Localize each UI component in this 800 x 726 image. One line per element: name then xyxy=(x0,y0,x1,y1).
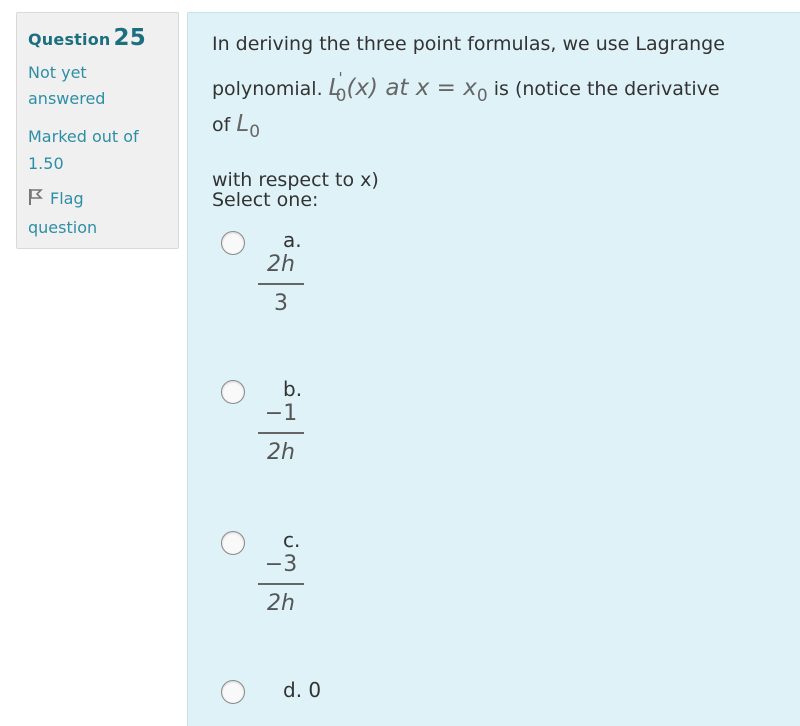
question-text: In deriving the three point formulas, we… xyxy=(212,27,787,197)
lagrange-L0: L0 xyxy=(236,111,260,142)
question-info-panel: Question 25 Not yet answered Marked out o… xyxy=(16,12,179,249)
question-line-3-prefix: of xyxy=(212,114,231,136)
question-number-heading: Question 25 xyxy=(28,25,178,51)
math-prime: ' xyxy=(338,69,343,87)
flag-question-link[interactable]: Flag question xyxy=(28,185,148,241)
option-a-letter: a. xyxy=(283,228,302,252)
question-label: Question xyxy=(28,30,111,49)
radio-button-d[interactable] xyxy=(221,680,245,704)
question-line-2-suffix: is (notice the derivative xyxy=(493,78,720,100)
question-line-3: of L0 xyxy=(212,107,787,149)
select-one-prompt: Select one: xyxy=(212,189,319,211)
option-b-letter: b. xyxy=(283,377,303,401)
fraction-bar xyxy=(258,583,304,585)
question-content-panel: In deriving the three point formulas, we… xyxy=(187,12,800,726)
option-a-fraction: 2h 3 xyxy=(258,253,304,316)
math-sub-0: 0 xyxy=(335,86,347,106)
math-L0-sub: 0 xyxy=(249,122,261,142)
question-number: 25 xyxy=(113,25,146,51)
option-c-denominator: 2h xyxy=(267,590,295,616)
question-line-2-prefix: polynomial. xyxy=(212,78,323,100)
radio-button-c[interactable] xyxy=(221,531,245,555)
question-line-1: In deriving the three point formulas, we… xyxy=(212,33,725,55)
option-c-letter: c. xyxy=(283,528,301,552)
math-x-sub: 0 xyxy=(476,86,488,106)
math-of-x: (x) at x = x xyxy=(346,75,477,101)
question-line-2: polynomial. L'0(x) at x = x0 is (notice … xyxy=(212,61,787,113)
math-L0: L xyxy=(236,111,250,137)
derivative-expression: L'0(x) at x = x0 xyxy=(329,69,488,106)
fraction-bar xyxy=(258,432,304,434)
radio-button-a[interactable] xyxy=(221,231,245,255)
radio-button-b[interactable] xyxy=(221,380,245,404)
option-b-numerator: −1 xyxy=(264,401,298,426)
question-state: Not yet answered xyxy=(28,63,106,108)
option-c-numerator: −3 xyxy=(264,552,298,577)
flag-icon xyxy=(28,187,44,214)
option-a-numerator: 2h xyxy=(267,252,295,277)
option-a-denominator: 3 xyxy=(274,290,288,316)
option-b-denominator: 2h xyxy=(267,439,295,465)
question-grade: Marked out of 1.50 xyxy=(28,127,139,173)
option-b-fraction: −1 2h xyxy=(258,402,304,465)
fraction-bar xyxy=(258,283,304,285)
option-c-fraction: −3 2h xyxy=(258,553,304,616)
option-d-label: d. 0 xyxy=(283,678,322,702)
